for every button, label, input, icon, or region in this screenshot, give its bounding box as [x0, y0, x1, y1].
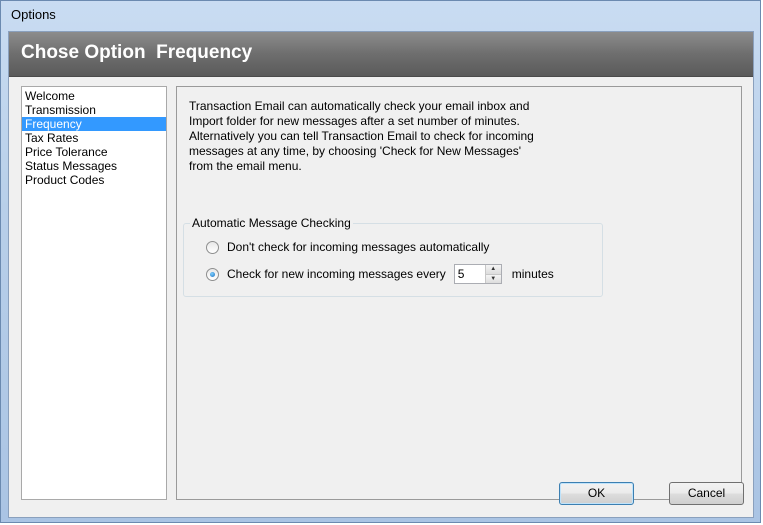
options-nav-list[interactable]: Welcome Transmission Frequency Tax Rates…: [21, 86, 167, 500]
ok-button[interactable]: OK: [559, 482, 634, 505]
group-legend: Automatic Message Checking: [190, 216, 353, 230]
nav-item-welcome[interactable]: Welcome: [22, 89, 166, 103]
nav-item-status-messages[interactable]: Status Messages: [22, 159, 166, 173]
frequency-panel: Transaction Email can automatically chec…: [176, 86, 742, 500]
interval-stepper[interactable]: 5 ▲ ▼: [453, 264, 502, 284]
manual-check-label[interactable]: Don't check for incoming messages automa…: [227, 240, 489, 254]
frequency-description: Transaction Email can automatically chec…: [189, 99, 534, 173]
stepper-buttons: ▲ ▼: [484, 265, 501, 283]
chevron-up-icon[interactable]: ▲: [485, 265, 501, 274]
title-bar[interactable]: Options: [1, 1, 760, 31]
chevron-down-icon[interactable]: ▼: [485, 273, 501, 283]
nav-item-price-tolerance[interactable]: Price Tolerance: [22, 145, 166, 159]
interval-unit-label: minutes: [511, 267, 554, 281]
cancel-button[interactable]: Cancel: [669, 482, 744, 505]
auto-check-label[interactable]: Check for new incoming messages every: [227, 267, 446, 281]
page-title: Chose Option Frequency: [21, 42, 253, 63]
auto-check-radio[interactable]: [206, 267, 219, 281]
dialog-client-area: Chose Option Frequency Welcome Transmiss…: [8, 31, 754, 518]
nav-item-frequency[interactable]: Frequency: [22, 117, 166, 131]
automatic-checking-group: Automatic Message Checking Don't check f…: [183, 216, 603, 297]
interval-input[interactable]: 5: [455, 265, 485, 283]
options-dialog: Options Chose Option Frequency Welcome T…: [0, 0, 761, 523]
header-band: Chose Option Frequency: [9, 32, 753, 77]
nav-item-transmission[interactable]: Transmission: [22, 103, 166, 117]
nav-item-product-codes[interactable]: Product Codes: [22, 173, 166, 187]
auto-check-option[interactable]: Check for new incoming messages every 5 …: [206, 264, 554, 284]
nav-item-tax-rates[interactable]: Tax Rates: [22, 131, 166, 145]
manual-check-radio[interactable]: [206, 240, 219, 254]
manual-check-option[interactable]: Don't check for incoming messages automa…: [206, 238, 489, 256]
window-title: Options: [11, 7, 56, 22]
